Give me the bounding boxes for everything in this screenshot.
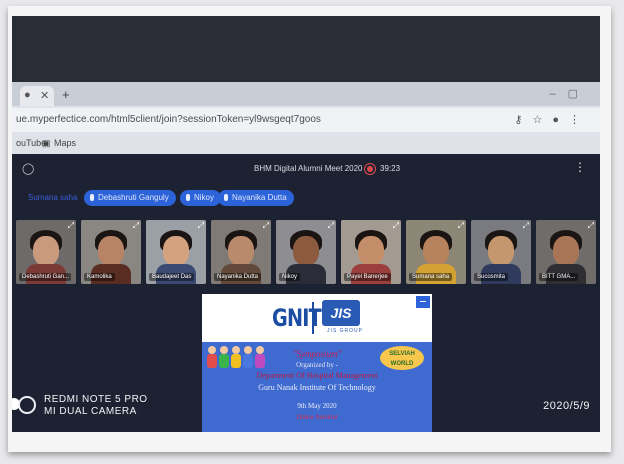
- mic-icon: [90, 194, 94, 201]
- address-bar-icons[interactable]: ⚷☆●⋮: [514, 113, 590, 126]
- maps-icon: ▣: [42, 138, 51, 148]
- participant-name: Sucosmita: [474, 273, 509, 281]
- participant-face: [228, 236, 254, 266]
- speaker-chip: Nikoy: [180, 190, 222, 206]
- mic-icon: [186, 194, 190, 201]
- screen-share[interactable]: GNIT JIS JIS GROUP SELVIAH WORLD "Sympos…: [202, 294, 432, 432]
- bookmark-maps[interactable]: Maps: [54, 138, 76, 148]
- expand-video-icon[interactable]: ⤢: [588, 221, 594, 231]
- browser-tab[interactable]: ● ✕: [20, 86, 54, 106]
- participant-face: [33, 236, 59, 266]
- participant-face: [358, 236, 384, 266]
- expand-video-icon[interactable]: ⤢: [133, 221, 139, 231]
- tab-close-icon[interactable]: ✕: [40, 89, 49, 102]
- speaker-name: Nikoy: [194, 193, 215, 202]
- profile-icon[interactable]: ●: [552, 114, 569, 126]
- speaker-chip: Debashruti Ganguly: [84, 190, 176, 206]
- key-icon[interactable]: ⚷: [514, 114, 532, 126]
- tab-favicon-icon: ●: [24, 89, 31, 101]
- participant-name: Debashruti Gan...: [19, 273, 71, 281]
- meeting-app: ◯ BHM Digital Alumni Meet 2020 39:23 ⋮ S…: [12, 154, 600, 432]
- participant-face: [98, 236, 124, 266]
- participant-name: Payel Banerjee: [344, 273, 391, 281]
- logo-divider: [312, 302, 314, 334]
- participant-face: [488, 236, 514, 266]
- camera-name: MI DUAL CAMERA: [44, 406, 137, 417]
- meeting-topbar: ◯ BHM Digital Alumni Meet 2020 39:23 ⋮: [12, 154, 600, 184]
- participant-tile[interactable]: BITT GMA... ⤢: [536, 220, 596, 284]
- url-text[interactable]: ue.myperfectice.com/html5client/join?ses…: [16, 114, 321, 125]
- expand-video-icon[interactable]: ⤢: [328, 221, 334, 231]
- monitor-screen: ● ✕ + –▢ ue.myperfectice.com/html5client…: [12, 16, 600, 432]
- expand-video-icon[interactable]: ⤢: [198, 221, 204, 231]
- participant-tile[interactable]: Debashruti Gan... ⤢: [16, 220, 76, 284]
- screen-top-area: [12, 16, 600, 82]
- speaker-name: Sumana saha: [28, 193, 78, 202]
- new-tab-button[interactable]: +: [62, 87, 70, 102]
- participant-name: Nikoy: [279, 273, 301, 281]
- participant-tile[interactable]: Sucosmita ⤢: [471, 220, 531, 284]
- expand-video-icon[interactable]: ⤢: [263, 221, 269, 231]
- participant-face: [553, 236, 579, 266]
- participant-tile[interactable]: Baudajeet Das ⤢: [146, 220, 206, 284]
- meeting-timer: 39:23: [380, 164, 401, 173]
- participant-name: Nayanika Dutta: [214, 273, 262, 281]
- expand-video-icon[interactable]: ⤢: [68, 221, 74, 231]
- jis-logo: JIS: [322, 300, 360, 326]
- participant-tile[interactable]: Payel Banerjee ⤢: [341, 220, 401, 284]
- minimize-presentation-button[interactable]: [416, 296, 430, 308]
- recording-icon: [364, 163, 376, 175]
- participant-tile[interactable]: Nayanika Dutta ⤢: [211, 220, 271, 284]
- participant-face: [423, 236, 449, 266]
- address-bar[interactable]: ue.myperfectice.com/html5client/join?ses…: [12, 108, 600, 132]
- slide-institute: Guru Nanak Institute Of Technology: [258, 383, 376, 392]
- jis-group-text: JIS GROUP: [327, 328, 363, 334]
- more-options-icon[interactable]: ⋮: [574, 160, 586, 174]
- participant-name: Sumana saha: [409, 273, 453, 281]
- speaker-chip: Nayanika Dutta: [218, 190, 294, 206]
- participant-face: [293, 236, 319, 266]
- expand-video-icon[interactable]: ⤢: [523, 221, 529, 231]
- participant-tile[interactable]: Sumana saha ⤢: [406, 220, 466, 284]
- speaker-chip: Sumana saha: [22, 190, 84, 206]
- meeting-title: BHM Digital Alumni Meet 2020: [254, 164, 363, 173]
- camera-watermark-icon: [18, 396, 36, 414]
- photo-date: 2020/5/9: [543, 400, 590, 412]
- participant-name: BITT GMA...: [539, 273, 579, 281]
- slide-date: 9th May 2020: [297, 402, 337, 410]
- window-controls[interactable]: –▢: [549, 87, 590, 100]
- tab-strip: ● ✕ + –▢: [12, 82, 600, 106]
- slide-title: "Symposium": [292, 349, 342, 359]
- slide-organized: Organized by -: [296, 361, 338, 369]
- speaker-name: Nayanika Dutta: [232, 193, 287, 202]
- star-icon[interactable]: ☆: [532, 114, 552, 126]
- menu-icon[interactable]: ⋮: [569, 114, 590, 126]
- participants-icon[interactable]: ◯: [22, 162, 34, 175]
- expand-video-icon[interactable]: ⤢: [393, 221, 399, 231]
- speaker-name: Debashruti Ganguly: [98, 193, 169, 202]
- participant-name: Baudajeet Das: [149, 273, 195, 281]
- browser-chrome: ● ✕ + –▢ ue.myperfectice.com/html5client…: [12, 82, 600, 154]
- bookmarks-bar: ouTube ▣ Maps: [12, 134, 600, 154]
- participant-tile[interactable]: Kamolika ⤢: [81, 220, 141, 284]
- mic-icon: [224, 194, 228, 201]
- participant-tile[interactable]: Nikoy ⤢: [276, 220, 336, 284]
- slide-logo-area: GNIT JIS JIS GROUP: [202, 294, 432, 342]
- slide-footer: Online Seminar: [296, 415, 338, 421]
- camera-watermark: REDMI NOTE 5 PRO MI DUAL CAMERA: [44, 394, 148, 418]
- expand-video-icon[interactable]: ⤢: [458, 221, 464, 231]
- device-name: REDMI NOTE 5 PRO: [44, 394, 148, 405]
- slide-department: Department Of Hospital Management: [256, 371, 378, 380]
- participant-face: [163, 236, 189, 266]
- participant-name: Kamolika: [84, 273, 115, 281]
